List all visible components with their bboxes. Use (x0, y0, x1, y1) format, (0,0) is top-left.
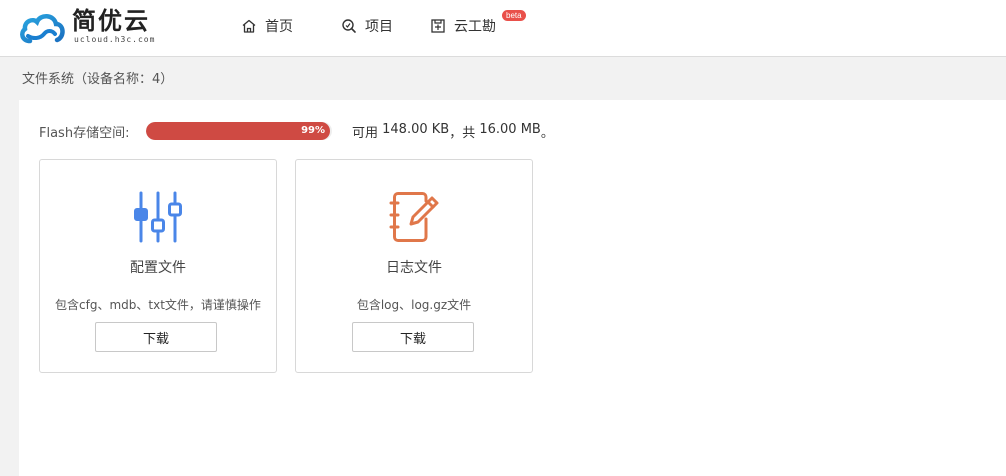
config-file-desc: 包含cfg、mdb、txt文件，请谨慎操作 (55, 298, 261, 312)
logo-name: 简优云 (72, 7, 150, 35)
home-icon (242, 19, 256, 33)
beta-badge: beta (502, 10, 526, 21)
logo[interactable]: 简优云 ucloud.h3c.com (18, 7, 158, 49)
config-file-title: 配置文件 (130, 260, 186, 276)
nav-cloud-survey-label: 云工勘 (454, 19, 496, 35)
log-download-button[interactable]: 下载 (352, 322, 474, 352)
nav-cloud-survey[interactable]: 云工勘 beta (430, 10, 526, 37)
config-download-button[interactable]: 下载 (95, 322, 217, 352)
breadcrumb: 文件系统（设备名称：4） (22, 72, 174, 87)
storage-summary: 可用 148.00 KB ，共 16.00 MB 。 (352, 122, 554, 141)
storage-label: Flash存储空间: (39, 125, 130, 141)
log-file-desc: 包含log、log.gz文件 (356, 298, 472, 312)
storage-available: 148.00 KB (382, 121, 450, 137)
notebook-pen-icon (389, 192, 439, 242)
survey-icon (431, 19, 445, 33)
storage-progress-text: 99% (301, 125, 325, 136)
log-file-title: 日志文件 (386, 260, 442, 276)
storage-suffix: 。 (540, 125, 554, 141)
sliders-icon (134, 191, 182, 243)
cloud-logo-icon (20, 14, 65, 44)
top-header: 简优云 ucloud.h3c.com 首页 项目 云工勘 beta (0, 0, 1006, 57)
nav-home-label: 首页 (265, 19, 293, 35)
project-icon (342, 19, 356, 33)
storage-total: 16.00 MB (479, 121, 541, 137)
logo-domain: ucloud.h3c.com (74, 35, 156, 44)
storage-row: Flash存储空间: 99% 可用 148.00 KB ，共 16.00 MB … (39, 121, 554, 141)
storage-available-prefix: 可用 (352, 125, 383, 141)
storage-total-prefix: ，共 (449, 125, 480, 141)
log-file-card: 日志文件 包含log、log.gz文件 下载 (295, 159, 533, 373)
nav-home[interactable]: 首页 (241, 15, 293, 37)
file-system-panel: Flash存储空间: 99% 可用 148.00 KB ，共 16.00 MB … (19, 100, 1006, 476)
config-file-card: 配置文件 包含cfg、mdb、txt文件，请谨慎操作 下载 (39, 159, 277, 373)
nav-project[interactable]: 项目 (341, 15, 393, 37)
storage-progress-bar: 99% (146, 122, 332, 140)
nav-project-label: 项目 (365, 19, 393, 35)
